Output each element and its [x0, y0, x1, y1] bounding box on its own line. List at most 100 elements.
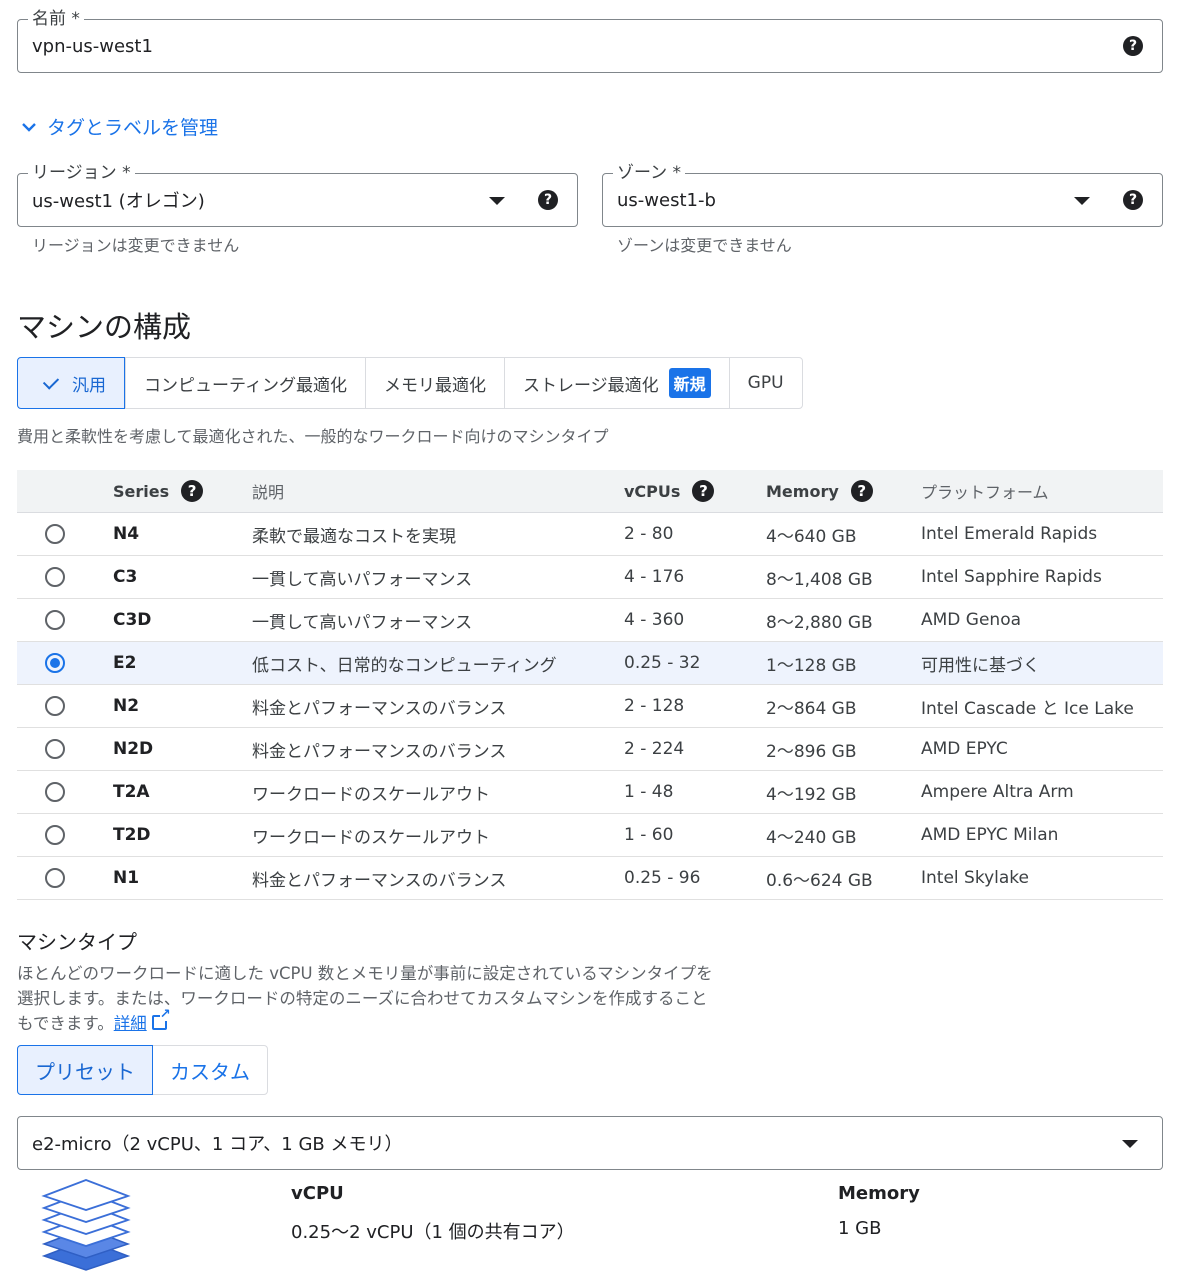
- tab-general-purpose[interactable]: 汎用: [17, 357, 125, 409]
- series-platform: Intel Sapphire Rapids: [921, 567, 1102, 587]
- radio-icon[interactable]: [45, 610, 65, 630]
- series-memory: 4～240 GB: [766, 827, 857, 848]
- series-memory: 4～640 GB: [766, 526, 857, 547]
- dropdown-arrow-icon: [1074, 197, 1090, 205]
- tab-label: コンピューティング最適化: [144, 375, 347, 396]
- series-table: Series ? 説明 vCPUs ? Memory ? プラットフォーム N4…: [17, 470, 1163, 900]
- series-memory: 1～128 GB: [766, 655, 857, 676]
- header-vcpus: vCPUs: [624, 481, 681, 501]
- series-description: 料金とパフォーマンスのバランス: [252, 698, 507, 719]
- zone-hint: ゾーンは変更できません: [617, 236, 792, 255]
- machine-type-value: e2-micro（2 vCPU、1 コア、1 GB メモリ）: [32, 1134, 403, 1155]
- external-link-icon: [151, 1008, 171, 1030]
- help-icon[interactable]: ?: [692, 480, 715, 502]
- region-select[interactable]: リージョン * us-west1 (オレゴン) ?: [17, 163, 578, 227]
- series-platform: AMD EPYC: [921, 739, 1008, 759]
- table-row-selected[interactable]: E2 低コスト、日常的なコンピューティング 0.25 - 32 1～128 GB…: [17, 642, 1163, 685]
- series-name: N1: [113, 868, 140, 888]
- tab-storage-optimized[interactable]: ストレージ最適化 新規: [503, 358, 729, 408]
- preset-button[interactable]: プリセット: [17, 1045, 153, 1095]
- table-row[interactable]: C3 一貫して高いパフォーマンス 4 - 176 8～1,408 GB Inte…: [17, 556, 1163, 599]
- series-platform: AMD EPYC Milan: [921, 825, 1059, 845]
- series-vcpus: 4 - 176: [624, 567, 685, 587]
- series-vcpus: 2 - 128: [624, 696, 685, 716]
- series-platform: Intel Skylake: [921, 868, 1029, 888]
- series-name: N4: [113, 524, 140, 544]
- series-vcpus: 2 - 80: [624, 524, 674, 544]
- table-row[interactable]: N2 料金とパフォーマンスのバランス 2 - 128 2～864 GB Inte…: [17, 685, 1163, 728]
- series-description: 一貫して高いパフォーマンス: [252, 569, 473, 590]
- series-name: T2D: [113, 825, 151, 845]
- description-line: 選択します。または、ワークロードの特定のニーズに合わせてカスタムマシンを作成する…: [17, 989, 708, 1008]
- series-vcpus: 1 - 60: [624, 825, 674, 845]
- layers-icon: [41, 1179, 131, 1271]
- zone-select[interactable]: ゾーン * us-west1-b ?: [602, 163, 1163, 227]
- region-value: us-west1 (オレゴン): [32, 191, 205, 212]
- table-row[interactable]: N1 料金とパフォーマンスのバランス 0.25 - 96 0.6～624 GB …: [17, 857, 1163, 900]
- new-badge: 新規: [668, 368, 711, 398]
- zone-value: us-west1-b: [617, 189, 716, 211]
- series-name: E2: [113, 653, 137, 673]
- series-description: 料金とパフォーマンスのバランス: [252, 741, 507, 762]
- header-platform: プラットフォーム: [921, 483, 1049, 502]
- series-description: 低コスト、日常的なコンピューティング: [252, 655, 557, 676]
- dropdown-arrow-icon: [1122, 1140, 1138, 1148]
- series-platform: 可用性に基づく: [921, 655, 1040, 676]
- chevron-down-icon: [22, 122, 36, 132]
- series-description: 料金とパフォーマンスのバランス: [252, 870, 507, 891]
- dropdown-arrow-icon: [489, 197, 505, 205]
- help-icon[interactable]: ?: [850, 480, 873, 502]
- radio-icon[interactable]: [45, 825, 65, 845]
- table-row[interactable]: N4 柔軟で最適なコストを実現 2 - 80 4～640 GB Intel Em…: [17, 513, 1163, 556]
- tab-compute-optimized[interactable]: コンピューティング最適化: [125, 358, 365, 408]
- radio-icon[interactable]: [45, 524, 65, 544]
- manage-tags-link[interactable]: タグとラベルを管理: [19, 113, 218, 140]
- tab-label: メモリ最適化: [383, 375, 486, 396]
- table-row[interactable]: N2D 料金とパフォーマンスのバランス 2 - 224 2～896 GB AMD…: [17, 728, 1163, 771]
- table-header: Series ? 説明 vCPUs ? Memory ? プラットフォーム: [17, 470, 1163, 513]
- series-vcpus: 1 - 48: [624, 782, 674, 802]
- tab-label: 汎用: [72, 375, 106, 396]
- help-icon[interactable]: ?: [181, 480, 204, 502]
- table-row[interactable]: T2D ワークロードのスケールアウト 1 - 60 4～240 GB AMD E…: [17, 814, 1163, 857]
- series-platform: Ampere Altra Arm: [921, 782, 1074, 802]
- learn-more-link[interactable]: 詳細: [114, 1014, 147, 1033]
- radio-icon[interactable]: [45, 868, 65, 888]
- section-title: マシンの構成: [17, 310, 192, 344]
- series-name: N2D: [113, 739, 154, 759]
- header-series: Series: [113, 481, 170, 501]
- series-description: ワークロードのスケールアウト: [252, 784, 490, 805]
- tab-gpu[interactable]: GPU: [728, 358, 802, 408]
- name-field[interactable]: 名前 * vpn-us-west1 ?: [17, 9, 1163, 73]
- manage-tags-label: タグとラベルを管理: [47, 117, 219, 139]
- tab-label: ストレージ最適化: [522, 375, 659, 396]
- series-vcpus: 0.25 - 32: [624, 653, 701, 673]
- series-vcpus: 4 - 360: [624, 610, 685, 630]
- radio-icon[interactable]: [45, 696, 65, 716]
- help-icon[interactable]: ?: [538, 190, 558, 210]
- tab-label: GPU: [747, 373, 784, 393]
- machine-type-select[interactable]: e2-micro（2 vCPU、1 コア、1 GB メモリ）: [17, 1116, 1163, 1170]
- table-row[interactable]: T2A ワークロードのスケールアウト 1 - 48 4～192 GB Amper…: [17, 771, 1163, 814]
- help-icon[interactable]: ?: [1123, 190, 1143, 210]
- series-platform: Intel Emerald Rapids: [921, 524, 1098, 544]
- series-name: C3D: [113, 610, 152, 630]
- radio-icon[interactable]: [45, 739, 65, 759]
- description-line: もできます。: [17, 1014, 114, 1033]
- machine-family-tabs: 汎用 コンピューティング最適化 メモリ最適化 ストレージ最適化 新規 GPU: [17, 357, 803, 409]
- vcpu-label: vCPU: [291, 1183, 344, 1204]
- description-line: ほとんどのワークロードに適した vCPU 数とメモリ量が事前に設定されているマシ…: [17, 964, 713, 983]
- series-vcpus: 2 - 224: [624, 739, 685, 759]
- radio-icon[interactable]: [45, 567, 65, 587]
- series-memory: 8～2,880 GB: [766, 612, 873, 633]
- machine-type-toggle: プリセット カスタム: [17, 1045, 268, 1095]
- custom-button[interactable]: カスタム: [153, 1046, 267, 1094]
- help-icon[interactable]: ?: [1123, 36, 1143, 56]
- radio-icon[interactable]: [45, 782, 65, 802]
- machine-type-title: マシンタイプ: [17, 930, 137, 954]
- name-input[interactable]: vpn-us-west1: [32, 20, 153, 72]
- table-row[interactable]: C3D 一貫して高いパフォーマンス 4 - 360 8～2,880 GB AMD…: [17, 599, 1163, 642]
- header-memory: Memory: [766, 481, 839, 501]
- radio-selected-icon[interactable]: [45, 653, 65, 673]
- tab-memory-optimized[interactable]: メモリ最適化: [364, 358, 504, 408]
